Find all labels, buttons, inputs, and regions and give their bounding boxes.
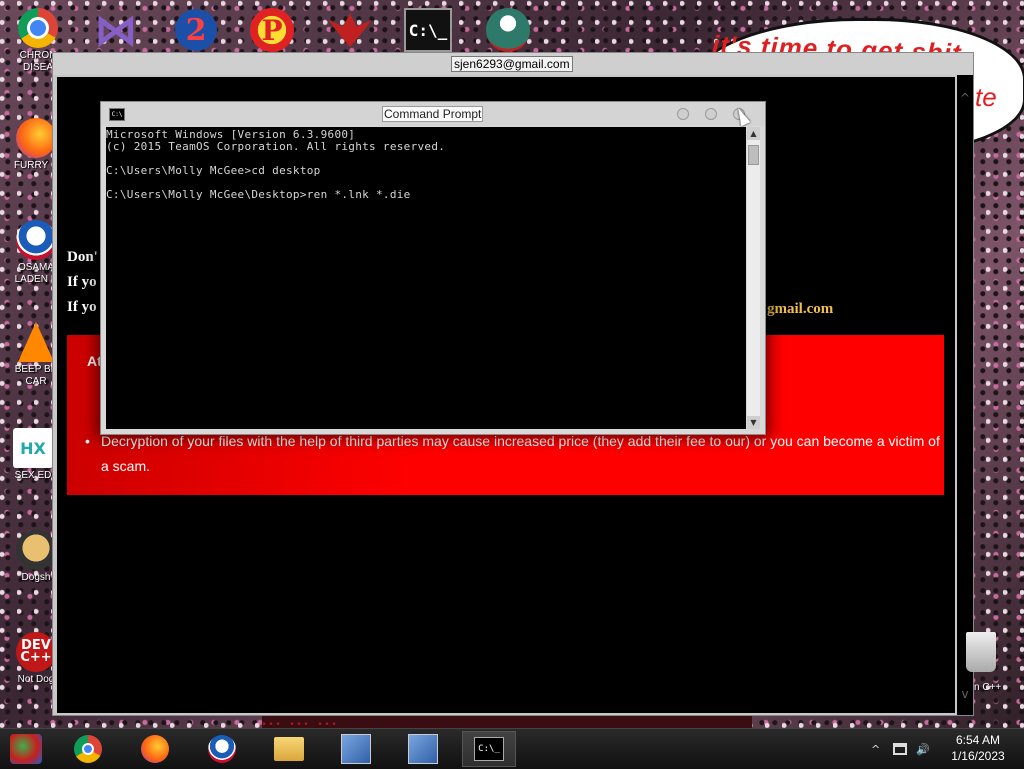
chrome-icon [74, 735, 102, 763]
taskbar-setup-2[interactable] [405, 733, 441, 765]
recycle-bin-label: n C++ [974, 682, 1002, 693]
bird-icon [328, 13, 372, 47]
devcpp-icon: DEV C++ [16, 632, 56, 672]
ransom-window-title: sjen6293@gmail.com [451, 56, 573, 72]
ransom-email-fragment: gmail.com [767, 301, 834, 317]
cmd-output-area[interactable]: Microsoft Windows [Version 6.3.9600] (c)… [106, 127, 746, 429]
cmd-icon: C:\_ [474, 737, 504, 761]
chevron-up-icon: ^ [871, 742, 881, 756]
taskbar-clock[interactable]: 6:54 AM 1/16/2023 [938, 732, 1018, 764]
bullet-dot-icon: • [85, 433, 90, 449]
visual-studio-icon: ⋈ [94, 4, 138, 56]
desktop-icon-visual-studio[interactable]: ⋈ [92, 4, 140, 56]
desktop-icon-bird[interactable] [326, 6, 374, 54]
number-two-icon: 2 [175, 9, 217, 51]
cmd-icon: C:\_ [404, 8, 452, 52]
clock-time: 6:54 AM [955, 733, 1001, 747]
scroll-down-icon[interactable]: v [957, 687, 973, 701]
command-prompt-window: C:\ Command Prompt Microsoft Windows [Ve… [100, 101, 766, 435]
cat-icon [486, 8, 530, 52]
taskbar-command-prompt[interactable]: C:\_ [462, 731, 516, 767]
folder-icon [274, 737, 304, 761]
vlc-cone-icon [18, 322, 54, 362]
cmd-output-line: C:\Users\Molly McGee>cd desktop [106, 164, 321, 177]
chrome-icon [18, 8, 58, 48]
taskbar-obama[interactable] [204, 733, 240, 765]
taskbar-file-explorer[interactable] [271, 733, 307, 765]
cmd-window-icon[interactable]: C:\ [109, 108, 125, 121]
scroll-up-icon[interactable]: ^ [957, 91, 973, 105]
hx-icon: HX [13, 428, 53, 468]
taskbar: C:\_ ^ 🔊 6:54 AM 1/16/2023 [0, 728, 1024, 769]
ransom-scrollbar[interactable]: ^ v [957, 75, 973, 715]
desktop-icon-p[interactable]: P [248, 6, 296, 54]
scroll-thumb[interactable] [748, 145, 759, 165]
scroll-up-icon[interactable]: ▲ [747, 127, 760, 140]
tray-network[interactable] [893, 729, 907, 769]
desktop-icon-cat[interactable] [484, 6, 532, 54]
obama-icon [208, 735, 236, 763]
letter-p-icon: P [250, 8, 294, 52]
desktop-icon-cmd[interactable]: C:\_ [404, 6, 452, 54]
recycle-bin-icon[interactable] [966, 632, 996, 672]
ransom-line-2: If yo [67, 274, 97, 290]
setup-icon [341, 734, 371, 764]
desktop-icon-two[interactable]: 2 [172, 6, 220, 54]
attention-bullet-text: Decryption of your files with the help o… [101, 433, 940, 474]
tray-volume[interactable]: 🔊 [916, 729, 930, 769]
ransom-line-3: If yo [67, 299, 97, 315]
taskbar-setup-1[interactable] [338, 733, 374, 765]
minimize-button[interactable] [677, 108, 689, 120]
maximize-button[interactable] [705, 108, 717, 120]
clock-date: 1/16/2023 [951, 749, 1005, 763]
taskbar-firefox[interactable] [137, 733, 173, 765]
attention-bullet: • Decryption of your files with the help… [85, 429, 941, 479]
dog-icon [16, 530, 56, 570]
setup-icon [408, 734, 438, 764]
firefox-icon [16, 118, 56, 158]
network-icon [893, 743, 907, 755]
scroll-down-icon[interactable]: ▼ [747, 416, 760, 429]
obama-icon [16, 220, 56, 260]
cmd-output-line: (c) 2015 TeamOS Corporation. All rights … [106, 140, 446, 153]
volume-icon: 🔊 [916, 742, 930, 756]
wallpaper-bubble-text-tail: te [975, 82, 997, 112]
cmd-window-title: Command Prompt [382, 106, 484, 122]
tray-overflow-button[interactable]: ^ [871, 729, 880, 769]
start-icon [10, 734, 42, 764]
cmd-output-line: C:\Users\Molly McGee\Desktop>ren *.lnk *… [106, 188, 411, 201]
start-button[interactable] [8, 733, 44, 765]
taskbar-chrome[interactable] [70, 733, 106, 765]
firefox-icon [141, 735, 169, 763]
ransom-line-1: Don' [67, 249, 98, 265]
cmd-scrollbar[interactable]: ▲ ▼ [747, 127, 760, 429]
